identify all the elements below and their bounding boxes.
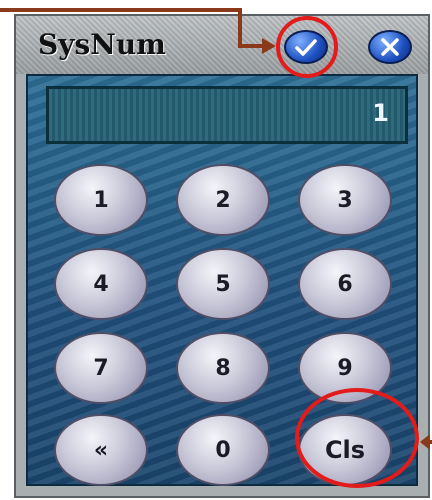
key-5[interactable]: 5	[176, 248, 270, 320]
annotation-line-top	[0, 8, 240, 12]
backspace-key[interactable]: «	[54, 414, 148, 486]
key-8[interactable]: 8	[176, 332, 270, 404]
annotation-circle-ok	[276, 16, 338, 78]
cancel-button[interactable]	[368, 30, 412, 64]
key-6[interactable]: 6	[298, 248, 392, 320]
key-3[interactable]: 3	[298, 164, 392, 236]
key-0[interactable]: 0	[176, 414, 270, 486]
annotation-line-horizontal	[238, 44, 264, 48]
key-4[interactable]: 4	[54, 248, 148, 320]
display-value: 1	[372, 99, 389, 127]
key-7[interactable]: 7	[54, 332, 148, 404]
annotation-line-vertical	[238, 8, 242, 48]
annotation-arrow-right-icon	[420, 434, 430, 450]
title-bar: SysNum	[16, 16, 428, 74]
window-title: SysNum	[38, 28, 166, 61]
annotation-arrow-icon	[262, 38, 276, 54]
key-1[interactable]: 1	[54, 164, 148, 236]
annotation-circle-clear	[295, 388, 419, 488]
close-icon	[381, 38, 399, 56]
key-2[interactable]: 2	[176, 164, 270, 236]
number-display: 1	[46, 86, 408, 144]
